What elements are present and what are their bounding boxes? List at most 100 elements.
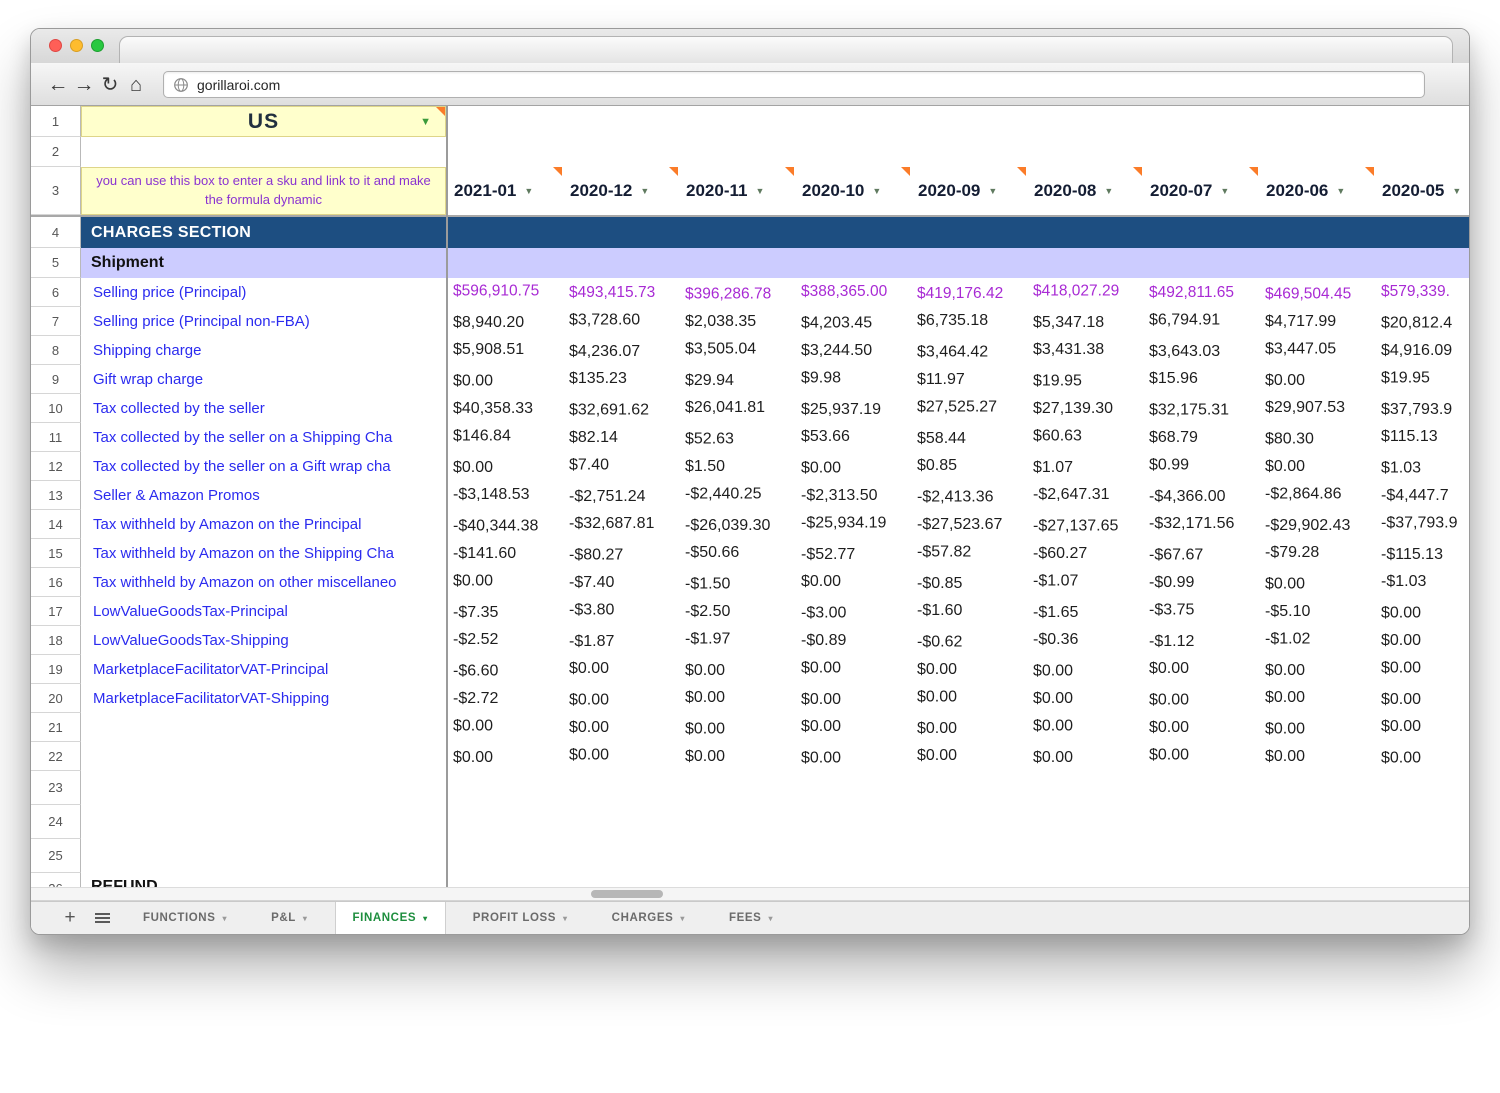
value-cell[interactable]: $3,447.05 [1258, 336, 1374, 363]
value-cell[interactable]: $4,203.45 [794, 309, 910, 336]
value-cell[interactable]: $32,175.31 [1142, 396, 1258, 423]
filter-dropdown-icon[interactable]: ▼ [1336, 186, 1345, 196]
filter-dropdown-icon[interactable]: ▼ [872, 186, 881, 196]
tab-dropdown-icon[interactable]: ▾ [768, 914, 773, 923]
sheet-tab-charges[interactable]: CHARGES▾ [595, 902, 702, 934]
row-number[interactable]: 6 [31, 278, 81, 307]
value-cell[interactable]: $0.00 [1374, 655, 1469, 682]
value-cell[interactable]: $0.00 [1142, 713, 1258, 742]
value-cell[interactable]: $579,339. [1374, 278, 1469, 306]
value-cell[interactable]: $0.00 [1258, 684, 1374, 712]
value-cell[interactable]: $37,793.9 [1374, 395, 1469, 423]
column-header-2020-06[interactable]: 2020-06▼ [1258, 167, 1374, 215]
value-cell[interactable]: $0.00 [562, 655, 678, 683]
row-label[interactable]: LowValueGoodsTax-Shipping [81, 632, 289, 649]
value-cell[interactable]: -$2,647.31 [1026, 481, 1142, 509]
filter-dropdown-icon[interactable]: ▼ [524, 186, 533, 196]
value-cell[interactable]: -$2.50 [678, 597, 794, 626]
sheet-tab-finances[interactable]: FINANCES▾ [335, 902, 446, 934]
value-cell[interactable]: $58.44 [910, 424, 1026, 452]
value-cell[interactable]: $0.00 [562, 686, 678, 713]
value-cell[interactable]: $0.00 [1258, 452, 1374, 481]
value-cell[interactable]: $0.00 [1142, 655, 1258, 683]
frozen-pane-divider[interactable] [446, 106, 448, 887]
value-cell[interactable]: $25,937.19 [794, 395, 910, 423]
value-cell[interactable]: $146.84 [446, 423, 562, 450]
value-cell[interactable]: -$3.75 [1142, 597, 1258, 624]
row-label[interactable]: Tax withheld by Amazon on the Principal [81, 516, 361, 533]
value-cell[interactable]: $29,907.53 [1258, 394, 1374, 422]
value-cell[interactable]: $7.40 [562, 452, 678, 479]
value-cell[interactable]: -$1.65 [1026, 598, 1142, 626]
filter-dropdown-icon[interactable]: ▼ [755, 186, 764, 196]
sheet-tab-functions[interactable]: FUNCTIONS▾ [126, 902, 244, 934]
value-cell[interactable]: -$2.72 [446, 684, 562, 713]
value-cell[interactable]: -$2,864.86 [1258, 481, 1374, 508]
value-cell[interactable]: $0.00 [1258, 742, 1374, 771]
value-cell[interactable]: $0.00 [910, 742, 1026, 770]
value-cell[interactable]: $3,728.60 [562, 307, 678, 334]
value-cell[interactable]: -$2,313.50 [794, 481, 910, 510]
value-cell[interactable]: $0.00 [794, 568, 910, 596]
value-cell[interactable]: -$2,413.36 [910, 483, 1026, 510]
value-cell[interactable]: $0.00 [562, 713, 678, 742]
value-cell[interactable]: $0.00 [446, 453, 562, 481]
value-cell[interactable]: -$7.35 [446, 598, 562, 626]
row-number[interactable]: 14 [31, 510, 81, 539]
row-number[interactable]: 19 [31, 655, 81, 684]
value-cell[interactable]: $53.66 [794, 423, 910, 451]
row-number[interactable]: 21 [31, 713, 81, 742]
value-cell[interactable]: $19.95 [1026, 367, 1142, 394]
sheet-tab-p-l[interactable]: P&L▾ [254, 902, 324, 934]
row-number[interactable]: 1 [31, 106, 81, 137]
value-cell[interactable]: $0.00 [446, 713, 562, 740]
column-header-2021-01[interactable]: 2021-01▼ [446, 167, 562, 215]
value-cell[interactable]: $3,431.38 [1026, 336, 1142, 364]
value-cell[interactable]: $4,717.99 [1258, 307, 1374, 336]
value-cell[interactable]: $0.00 [794, 454, 910, 481]
row-number[interactable]: 24 [31, 805, 81, 839]
value-cell[interactable]: -$7.40 [562, 568, 678, 597]
value-cell[interactable]: $26,041.81 [678, 394, 794, 422]
value-cell[interactable]: $0.00 [910, 655, 1026, 684]
value-cell[interactable]: $29.94 [678, 366, 794, 394]
value-cell[interactable]: $40,358.33 [446, 394, 562, 423]
filter-dropdown-icon[interactable]: ▼ [988, 186, 997, 196]
value-cell[interactable]: -$80.27 [562, 541, 678, 568]
horizontal-scrollbar[interactable] [31, 887, 1469, 901]
zoom-window-icon[interactable] [91, 39, 104, 52]
all-sheets-icon[interactable] [95, 913, 110, 923]
value-cell[interactable]: $418,027.29 [1026, 278, 1142, 305]
row-label[interactable]: Shipping charge [81, 342, 201, 359]
row-number[interactable]: 20 [31, 684, 81, 713]
value-cell[interactable]: $27,139.30 [1026, 394, 1142, 423]
close-window-icon[interactable] [49, 39, 62, 52]
filter-dropdown-icon[interactable]: ▼ [1104, 186, 1113, 196]
value-cell[interactable]: -$32,687.81 [562, 510, 678, 538]
value-cell[interactable]: $11.97 [910, 365, 1026, 394]
value-cell[interactable]: $3,244.50 [794, 336, 910, 365]
back-icon[interactable]: ← [45, 74, 71, 95]
row-number[interactable]: 3 [31, 167, 81, 215]
column-header-2020-12[interactable]: 2020-12▼ [562, 167, 678, 215]
value-cell[interactable]: -$0.85 [910, 569, 1026, 597]
value-cell[interactable]: $0.00 [1258, 570, 1374, 597]
value-cell[interactable]: $0.00 [910, 714, 1026, 742]
value-cell[interactable]: -$2,440.25 [678, 481, 794, 508]
row-label[interactable]: MarketplaceFacilitatorVAT-Shipping [81, 690, 329, 707]
tab-dropdown-icon[interactable]: ▾ [423, 914, 428, 923]
value-cell[interactable]: $0.00 [1142, 686, 1258, 713]
value-cell[interactable]: -$4,366.00 [1142, 482, 1258, 510]
row-number[interactable]: 26 [31, 873, 81, 887]
value-cell[interactable]: $396,286.78 [678, 280, 794, 307]
value-cell[interactable]: $0.00 [1026, 657, 1142, 684]
value-cell[interactable]: -$3.00 [794, 599, 910, 626]
value-cell[interactable]: $0.00 [1374, 626, 1469, 655]
tab-dropdown-icon[interactable]: ▾ [563, 914, 568, 923]
value-cell[interactable]: $0.00 [446, 568, 562, 595]
row-label[interactable]: MarketplaceFacilitatorVAT-Principal [81, 661, 328, 678]
row-label[interactable]: LowValueGoodsTax-Principal [81, 603, 288, 620]
value-cell[interactable]: $0.00 [1374, 685, 1469, 713]
value-cell[interactable]: -$60.27 [1026, 539, 1142, 568]
address-bar[interactable]: gorillaroi.com [163, 71, 1425, 98]
